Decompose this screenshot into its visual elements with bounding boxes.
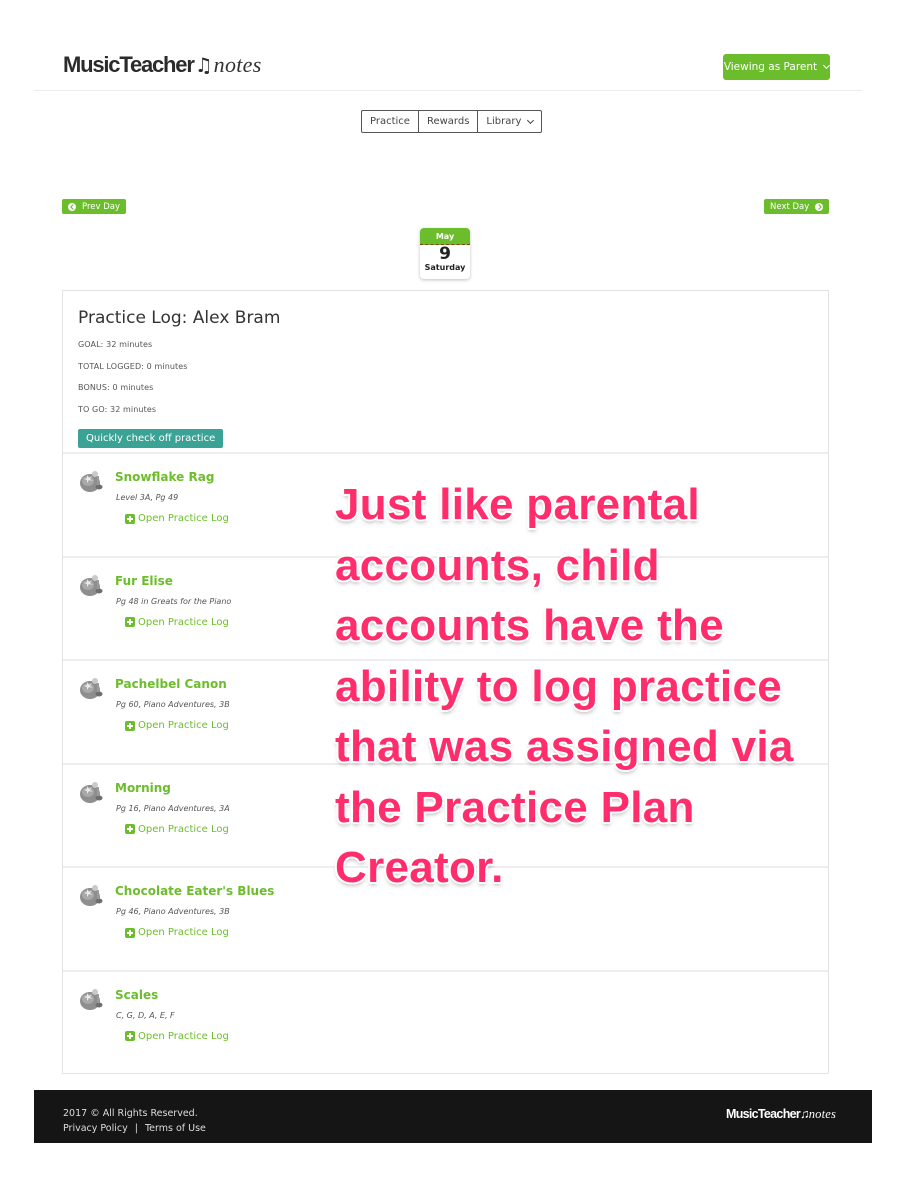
calendar-month: May <box>420 228 470 245</box>
tab-practice[interactable]: Practice <box>362 111 419 132</box>
open-practice-log-link[interactable]: Open Practice Log <box>125 1031 229 1042</box>
site-header: MusicTeacher ♫ notes Viewing as Parent <box>34 0 862 91</box>
piggy-bank-icon <box>80 678 103 699</box>
piggy-bank-icon <box>80 781 103 803</box>
tab-rewards[interactable]: Rewards <box>419 111 479 132</box>
tab-label: Library <box>486 116 522 127</box>
plus-square-icon <box>125 513 135 524</box>
open-practice-log-link[interactable]: Open Practice Log <box>125 720 229 731</box>
piggy-bank-icon <box>80 885 103 906</box>
piece-title[interactable]: Snowflake Rag <box>115 470 214 484</box>
plus-square-icon <box>125 617 135 627</box>
footer-separator: | <box>134 1123 138 1134</box>
annotation-callout: Just like parental accounts, child accou… <box>335 480 794 892</box>
piece-subtitle: Pg 60, Piano Adventures, 3B <box>116 700 230 709</box>
viewing-as-dropdown[interactable]: Viewing as Parent <box>723 54 831 80</box>
piggy-bank-icon <box>80 574 103 596</box>
date-calendar-badge: May 9 Saturday <box>420 228 470 279</box>
open-practice-log-link[interactable]: Open Practice Log <box>125 927 229 938</box>
list-item: Scales C, G, D, A, E, F Open Practice Lo… <box>63 972 828 1076</box>
footer-logo: MusicTeacher ♫ notes <box>726 1107 836 1122</box>
chevron-down-icon <box>823 61 831 70</box>
open-practice-log-label: Open Practice Log <box>138 720 229 731</box>
tab-library[interactable]: Library <box>478 111 541 132</box>
goal-stat: GOAL: 32 minutes <box>78 340 153 349</box>
open-practice-log-label: Open Practice Log <box>138 823 229 835</box>
to-go-stat: TO GO: 32 minutes <box>78 404 157 414</box>
logo[interactable]: MusicTeacher ♫ notes <box>63 52 262 78</box>
piece-subtitle: Pg 16, Piano Adventures, 3A <box>116 803 230 813</box>
tab-label: Practice <box>370 116 410 127</box>
open-practice-log-link[interactable]: Open Practice Log <box>125 617 229 628</box>
plus-square-icon <box>125 1031 135 1041</box>
chevron-right-circle-icon <box>815 202 824 211</box>
plus-square-icon <box>125 824 135 834</box>
logo-text-main: MusicTeacher <box>63 52 195 77</box>
piggy-bank-icon <box>80 471 103 492</box>
bonus-stat: BONUS: 0 minutes <box>78 383 154 393</box>
practice-log-summary: Practice Log: Alex Bram GOAL: 32 minutes… <box>63 291 828 454</box>
logo-text-main: MusicTeacher <box>726 1107 801 1121</box>
open-practice-log-link[interactable]: Open Practice Log <box>125 513 229 524</box>
piece-subtitle: Pg 48 in Greats for the Piano <box>116 596 232 606</box>
prev-day-label: Prev Day <box>82 201 121 212</box>
site-footer: 2017 © All Rights Reserved. Privacy Poli… <box>34 1090 872 1143</box>
piece-title[interactable]: Chocolate Eater's Blues <box>115 884 274 898</box>
piece-title[interactable]: Morning <box>115 781 171 795</box>
tab-label: Rewards <box>426 116 470 127</box>
music-note-icon: ♫ <box>800 1107 809 1121</box>
privacy-policy-link[interactable]: Privacy Policy <box>63 1123 128 1134</box>
open-practice-log-link[interactable]: Open Practice Log <box>125 824 229 835</box>
piece-title[interactable]: Pachelbel Canon <box>115 677 227 691</box>
logo-text-notes: notes <box>808 1107 837 1121</box>
calendar-day: 9 <box>439 244 451 264</box>
next-day-button[interactable]: Next Day <box>764 199 830 214</box>
chevron-left-circle-icon <box>68 202 76 211</box>
calendar-weekday: Saturday <box>424 263 466 272</box>
quick-check-off-button[interactable]: Quickly check off practice <box>78 429 224 449</box>
plus-square-icon <box>125 720 135 731</box>
prev-day-button[interactable]: Prev Day <box>62 199 127 214</box>
terms-of-use-link[interactable]: Terms of Use <box>145 1123 206 1134</box>
open-practice-log-label: Open Practice Log <box>138 927 229 938</box>
piece-title[interactable]: Scales <box>115 988 158 1002</box>
chevron-down-icon <box>527 116 535 124</box>
open-practice-log-label: Open Practice Log <box>138 513 229 524</box>
open-practice-log-label: Open Practice Log <box>138 616 229 628</box>
footer-links: Privacy Policy | Terms of Use <box>63 1123 206 1134</box>
viewing-as-label: Viewing as Parent <box>723 61 818 73</box>
piece-subtitle: Level 3A, Pg 49 <box>116 493 179 502</box>
practice-log-title: Practice Log: Alex Bram <box>78 308 281 328</box>
total-logged-stat: TOTAL LOGGED: 0 minutes <box>78 361 188 371</box>
music-note-icon: ♫ <box>194 53 213 77</box>
piece-subtitle: C, G, D, A, E, F <box>116 1010 175 1020</box>
next-day-label: Next Day <box>770 201 810 212</box>
piece-subtitle: Pg 46, Piano Adventures, 3B <box>116 907 230 916</box>
piggy-bank-icon <box>80 988 103 1010</box>
open-practice-log-label: Open Practice Log <box>138 1030 229 1042</box>
logo-text-notes: notes <box>213 52 262 77</box>
copyright-text: 2017 © All Rights Reserved. <box>63 1108 198 1119</box>
plus-square-icon <box>125 927 135 938</box>
piece-title[interactable]: Fur Elise <box>115 574 173 588</box>
main-nav: Practice Rewards Library <box>361 110 543 133</box>
